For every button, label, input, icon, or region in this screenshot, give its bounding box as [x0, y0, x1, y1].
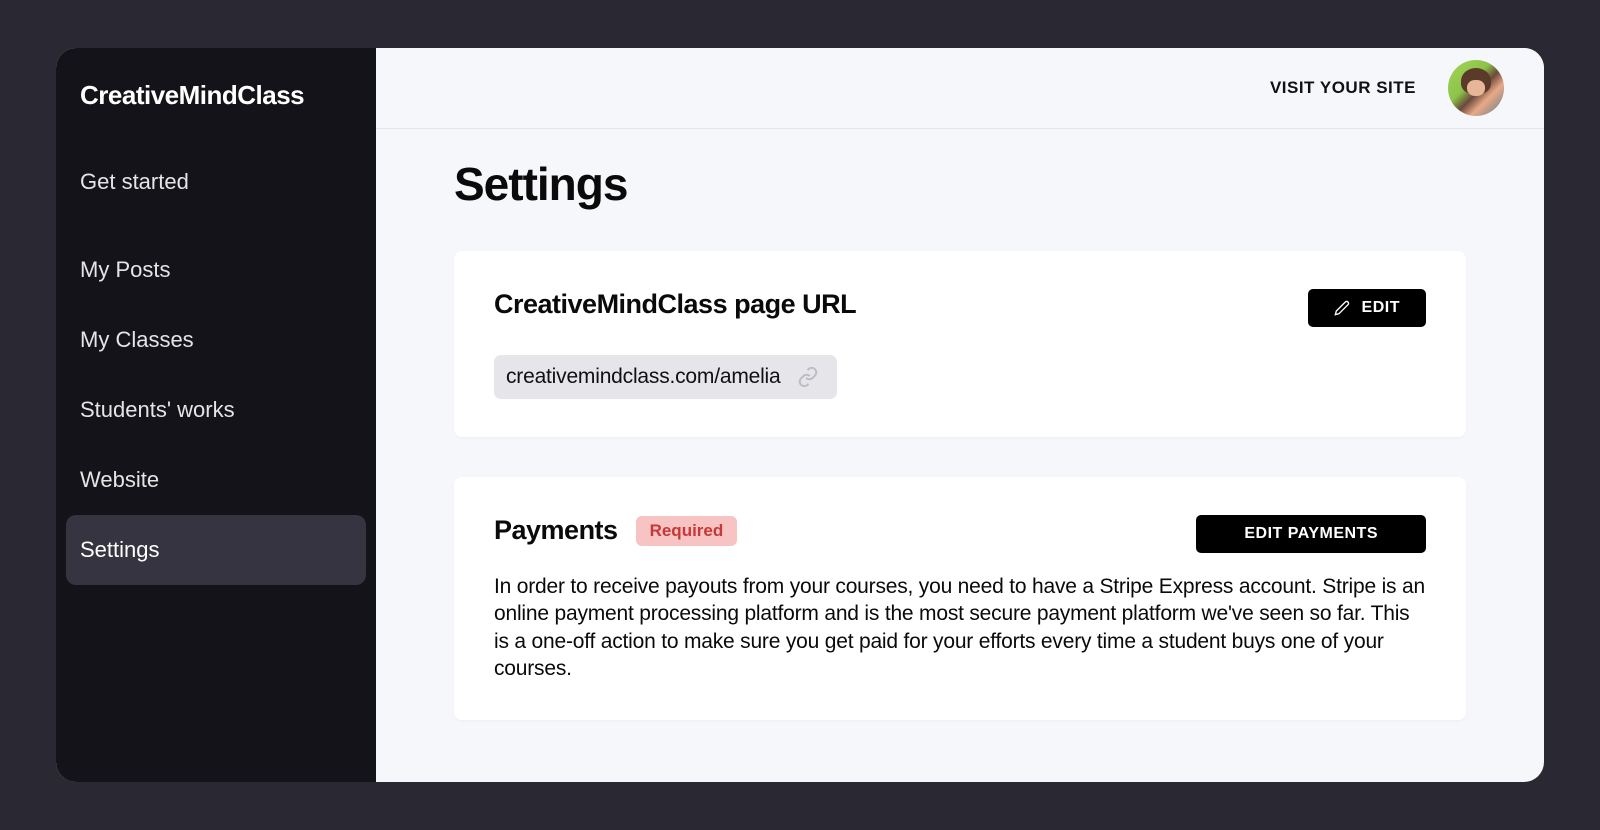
payments-card-title: Payments [494, 515, 618, 546]
pencil-icon [1334, 300, 1350, 316]
sidebar-item-get-started[interactable]: Get started [66, 147, 366, 217]
payments-title-wrap: Payments Required [494, 515, 737, 546]
link-icon [795, 364, 821, 390]
edit-url-label: EDIT [1362, 299, 1400, 317]
brand-title: CreativeMindClass [66, 76, 366, 147]
edit-payments-label: EDIT PAYMENTS [1244, 525, 1378, 543]
visit-site-link[interactable]: VISIT YOUR SITE [1270, 78, 1416, 98]
avatar[interactable] [1448, 60, 1504, 116]
topbar: VISIT YOUR SITE [376, 48, 1544, 129]
sidebar: CreativeMindClass Get started My Posts M… [56, 48, 376, 782]
url-value: creativemindclass.com/amelia [506, 365, 781, 389]
content: Settings CreativeMindClass page URL EDIT [376, 129, 1544, 782]
main: VISIT YOUR SITE Settings CreativeMindCla… [376, 48, 1544, 782]
sidebar-item-my-posts[interactable]: My Posts [66, 235, 366, 305]
edit-url-button[interactable]: EDIT [1308, 289, 1426, 327]
sidebar-item-settings[interactable]: Settings [66, 515, 366, 585]
url-card-title: CreativeMindClass page URL [494, 289, 856, 320]
required-badge: Required [636, 516, 738, 546]
url-pill[interactable]: creativemindclass.com/amelia [494, 355, 837, 399]
payments-card-header: Payments Required EDIT PAYMENTS [494, 515, 1426, 553]
payments-description: In order to receive payouts from your co… [494, 573, 1426, 682]
edit-payments-button[interactable]: EDIT PAYMENTS [1196, 515, 1426, 553]
url-card: CreativeMindClass page URL EDIT creative… [454, 251, 1466, 437]
sidebar-item-my-classes[interactable]: My Classes [66, 305, 366, 375]
sidebar-nav: Get started My Posts My Classes Students… [66, 147, 366, 585]
url-card-header: CreativeMindClass page URL EDIT [494, 289, 1426, 327]
sidebar-item-website[interactable]: Website [66, 445, 366, 515]
page-title: Settings [454, 157, 1466, 211]
app-window: CreativeMindClass Get started My Posts M… [56, 48, 1544, 782]
sidebar-item-students-works[interactable]: Students' works [66, 375, 366, 445]
payments-card: Payments Required EDIT PAYMENTS In order… [454, 477, 1466, 720]
